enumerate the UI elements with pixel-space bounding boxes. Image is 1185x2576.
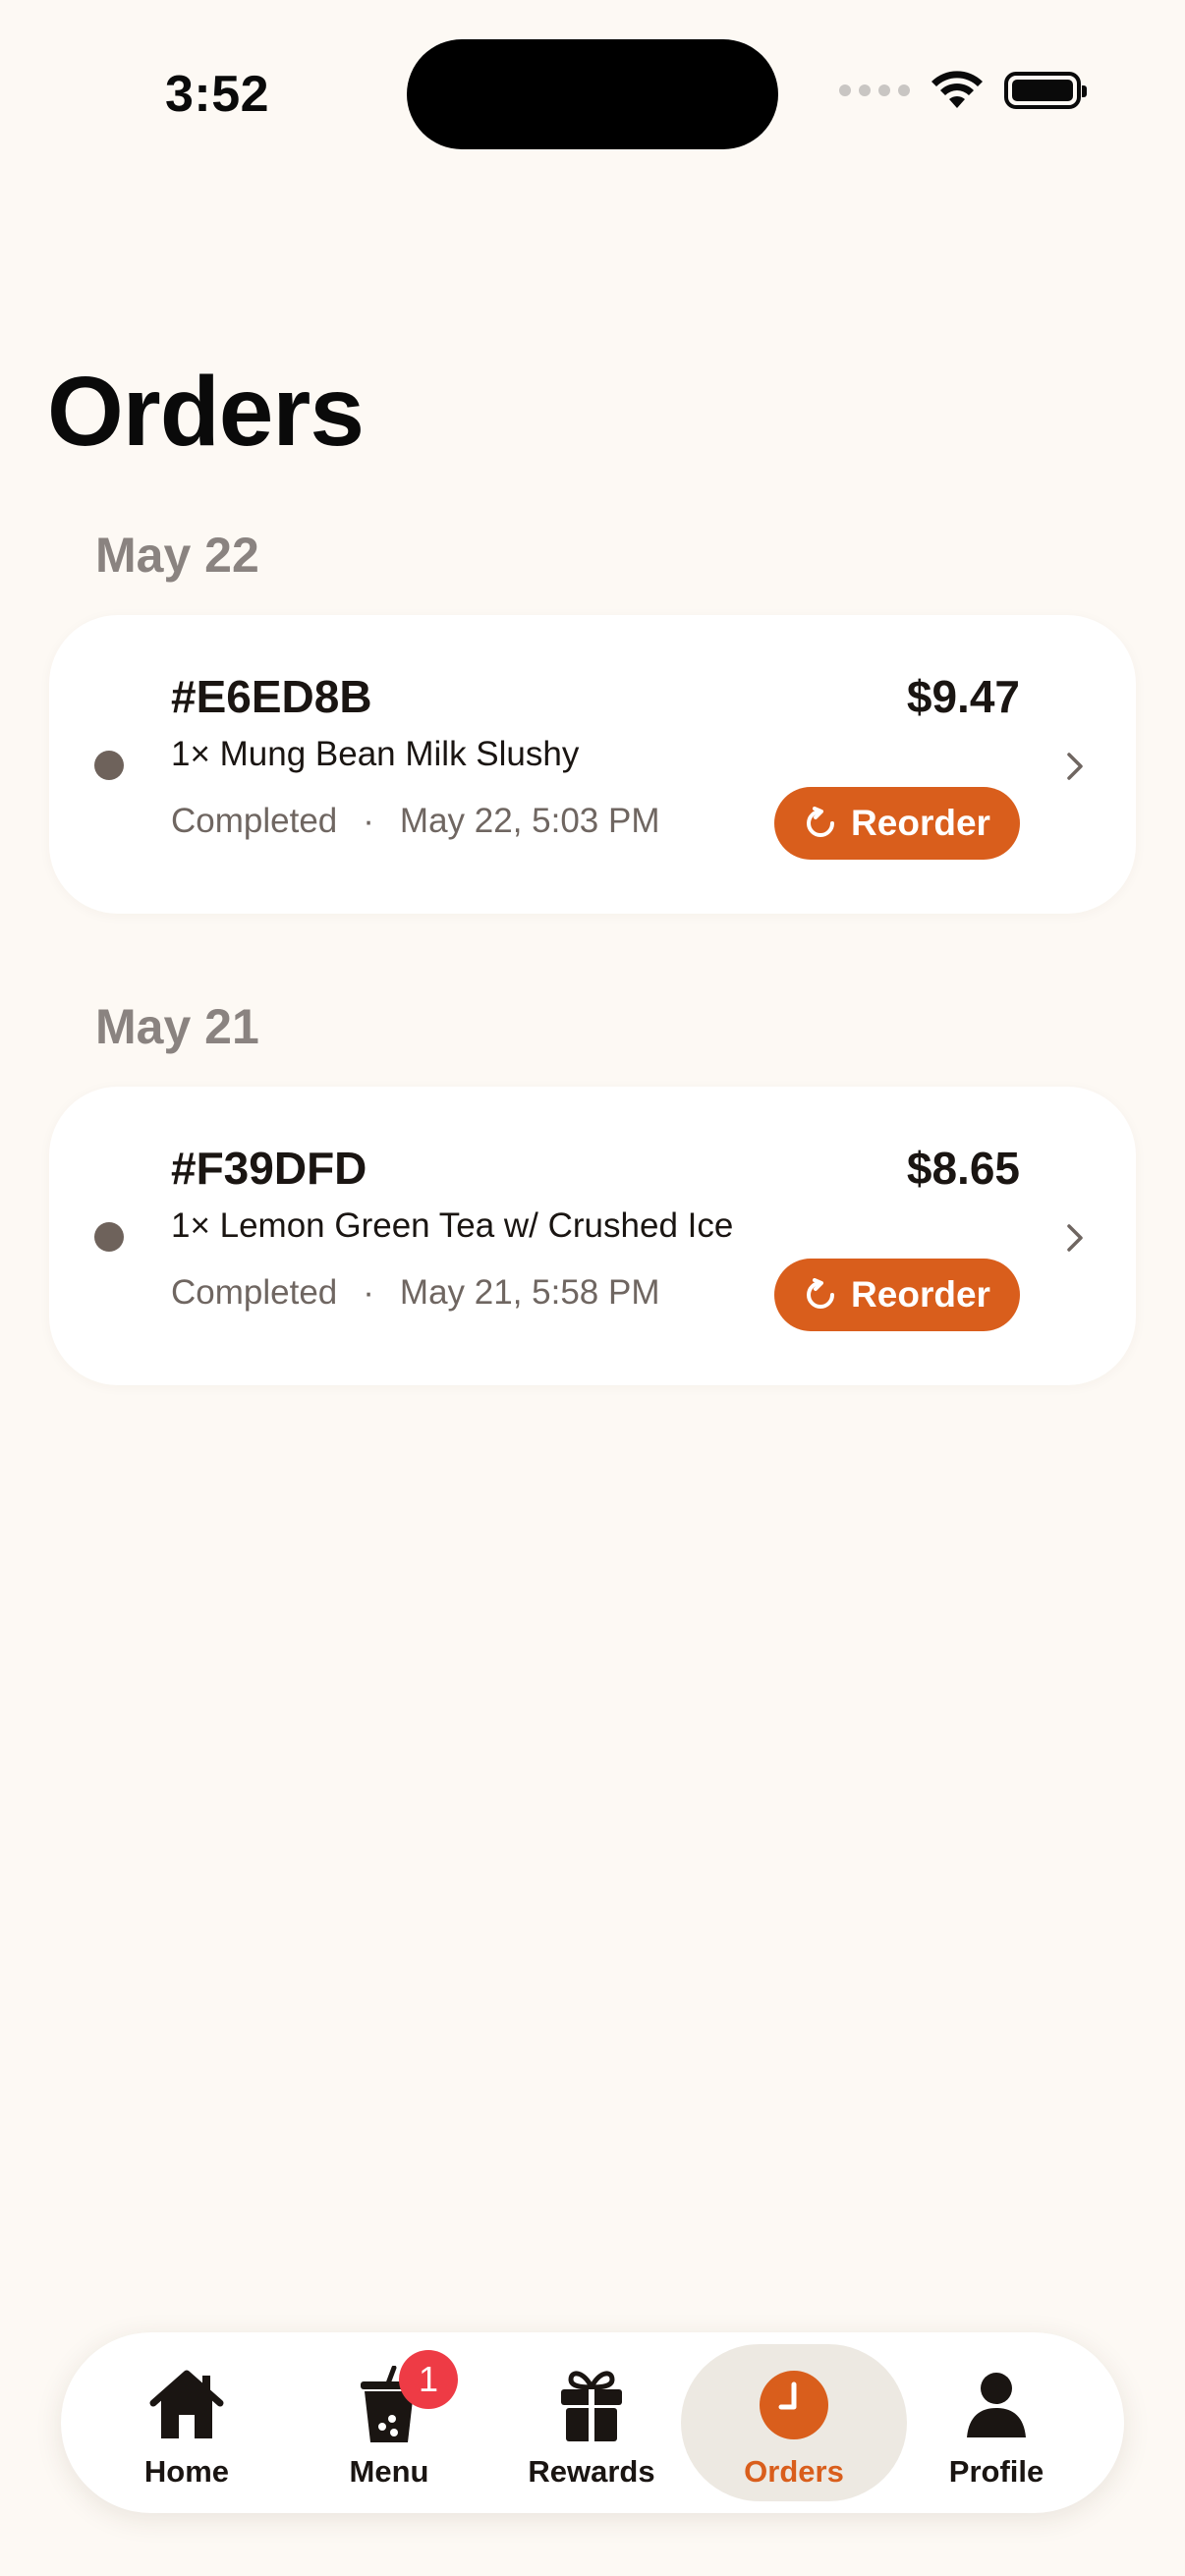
tab-rewards[interactable]: Rewards [479,2344,705,2501]
wifi-icon [931,71,983,108]
reorder-button[interactable]: Reorder [774,1259,1020,1331]
reorder-button[interactable]: Reorder [774,787,1020,860]
tab-home[interactable]: Home [74,2344,300,2501]
order-status-dot [94,1222,124,1252]
order-items: 1× Lemon Green Tea w/ Crushed Ice [171,1206,734,1245]
tab-orders[interactable]: Orders [681,2344,907,2501]
clock-icon [753,2364,835,2446]
order-timestamp: May 22, 5:03 PM [399,802,660,840]
order-status: Completed [171,1273,338,1312]
orders-screen: 3:52 Orders May 22 #E6ED8B $9.47 1× Mung… [0,0,1185,2576]
order-meta: Completed · May 22, 5:03 PM [171,802,660,841]
status-indicators [839,71,1087,110]
meta-separator: · [363,802,374,840]
order-timestamp: May 21, 5:58 PM [399,1273,660,1312]
cup-icon: 1 [348,2350,458,2446]
tab-label: Orders [744,2454,844,2489]
section-date-header: May 22 [95,528,259,583]
tab-label: Home [143,2454,230,2489]
order-card[interactable]: #E6ED8B $9.47 1× Mung Bean Milk Slushy C… [49,615,1136,914]
order-price: $8.65 [906,1143,1020,1194]
order-id: #E6ED8B [171,671,372,722]
cellular-signal-icon [839,84,910,96]
order-status: Completed [171,802,338,840]
battery-icon [1004,72,1087,109]
status-time: 3:52 [165,66,270,123]
tab-label: Profile [948,2454,1044,2489]
reorder-label: Reorder [851,803,990,843]
meta-separator: · [363,1273,374,1312]
chevron-right-icon [1067,753,1083,780]
reorder-label: Reorder [851,1274,990,1315]
person-icon [955,2364,1038,2446]
tab-profile[interactable]: Profile [883,2344,1109,2501]
tab-menu[interactable]: 1 Menu [276,2344,502,2501]
chevron-right-icon [1067,1224,1083,1252]
refresh-icon [807,807,835,837]
tab-bar: Home 1 Menu Rewards Orders Profile [61,2332,1124,2513]
order-card[interactable]: #F39DFD $8.65 1× Lemon Green Tea w/ Crus… [49,1087,1136,1385]
home-icon [145,2364,228,2446]
order-meta: Completed · May 21, 5:58 PM [171,1273,660,1313]
order-items: 1× Mung Bean Milk Slushy [171,735,580,773]
order-status-dot [94,751,124,780]
refresh-icon [807,1278,835,1309]
tab-label: Rewards [528,2454,655,2489]
order-id: #F39DFD [171,1143,367,1194]
gift-icon [550,2364,633,2446]
section-date-header: May 21 [95,999,259,1054]
cart-count-badge: 1 [399,2350,458,2409]
dynamic-island [407,39,778,149]
tab-label: Menu [349,2454,429,2489]
order-price: $9.47 [906,671,1020,722]
page-title: Orders [47,357,365,467]
